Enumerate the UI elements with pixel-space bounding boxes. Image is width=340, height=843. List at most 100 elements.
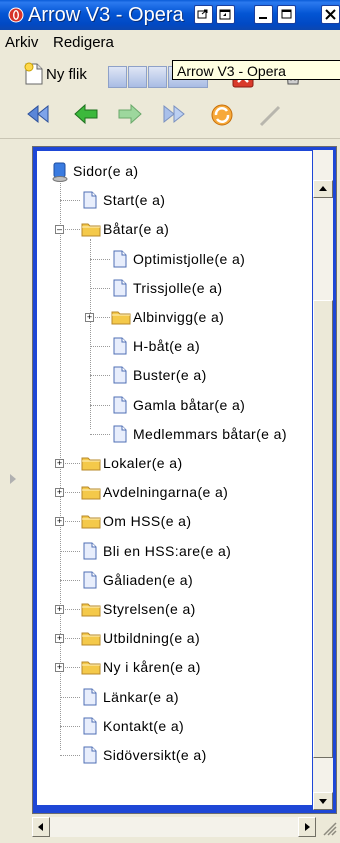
tree-item-label: Båtar(e a): [103, 221, 170, 238]
tab-slot[interactable]: [108, 66, 127, 88]
expand-toggle[interactable]: +: [55, 459, 64, 468]
detach-button[interactable]: [216, 5, 235, 24]
new-tab-label[interactable]: Ny flik: [46, 66, 87, 83]
new-tab-icon[interactable]: [24, 62, 44, 86]
back-icon[interactable]: [72, 102, 100, 126]
page-icon: [111, 366, 129, 384]
tree-connector: [60, 725, 80, 727]
arrow-up-icon: [319, 186, 327, 191]
tree-item-label: Avdelningarna(e a): [103, 484, 229, 501]
maximize-button[interactable]: [277, 5, 296, 24]
tree-item-label: Lokaler(e a): [103, 455, 183, 471]
collapse-toggle[interactable]: –: [55, 225, 64, 235]
page-icon: [111, 337, 129, 355]
reload-icon[interactable]: [208, 102, 236, 128]
tree-item-label: Sidöversikt(e a): [103, 747, 207, 763]
forward-icon[interactable]: [116, 102, 144, 126]
edit-icon[interactable]: [258, 102, 284, 128]
page-icon: [111, 250, 129, 268]
tree-connector: [90, 375, 110, 377]
tree-item-label: Trissjolle(e a): [133, 279, 223, 296]
folder-icon: [81, 483, 101, 501]
tree-item-label: Länkar(e a): [103, 688, 179, 705]
page-icon: [111, 425, 129, 443]
resize-grip-icon[interactable]: [318, 817, 338, 837]
tree-connector: [60, 579, 80, 581]
scroll-up-button[interactable]: [313, 180, 333, 198]
page-icon: [81, 688, 99, 706]
close-button[interactable]: [321, 5, 340, 24]
tree-item-label: Styrelsen(e a): [103, 601, 196, 617]
folder-icon: [81, 454, 101, 472]
folder-icon: [81, 512, 101, 530]
tab-slot[interactable]: [128, 66, 147, 88]
detach-icon: [219, 9, 231, 20]
tooltip: Arrow V3 - Opera: [172, 60, 340, 80]
tree-item-label: H-båt(e a): [133, 338, 201, 355]
bookmark-tree-panel: Sidor(e a) Start(e a) Båtar(e a) – Optimistj…: [32, 146, 337, 814]
sidebar-collapse-icon[interactable]: [10, 474, 16, 484]
tree-connector: [90, 287, 110, 289]
scroll-right-button[interactable]: [298, 817, 316, 837]
expand-toggle[interactable]: +: [55, 663, 64, 673]
scroll-left-button[interactable]: [32, 817, 50, 837]
folder-icon: [81, 600, 101, 618]
folder-icon: [81, 658, 101, 676]
minimize-button[interactable]: [254, 5, 273, 24]
title-bar: Arrow V3 - Opera: [0, 0, 340, 30]
vertical-scrollbar[interactable]: [313, 150, 333, 810]
horizontal-scrollbar[interactable]: [32, 817, 316, 837]
close-icon: [325, 9, 336, 20]
expand-toggle[interactable]: +: [55, 634, 64, 644]
tree-connector: [90, 258, 110, 260]
expand-toggle[interactable]: +: [55, 605, 64, 614]
arrow-right-icon: [305, 823, 310, 831]
scroll-thumb[interactable]: [313, 300, 333, 758]
tree-item-label: Sidor(e a): [73, 163, 139, 179]
page-icon: [81, 571, 99, 589]
page-icon: [81, 746, 99, 764]
expand-toggle[interactable]: +: [55, 488, 64, 498]
tree-item-label: Gamla båtar(e a): [133, 396, 246, 413]
tree-item-label: Kontakt(e a): [103, 717, 185, 734]
minimize-icon: [259, 17, 267, 19]
rewind-icon[interactable]: [24, 102, 52, 126]
tree-item-label: Gåliaden(e a): [103, 571, 194, 588]
page-icon: [111, 396, 129, 414]
tree-connector: [90, 346, 110, 348]
tree-connector: [60, 200, 80, 202]
tree-item-label: Utbildning(e a): [103, 630, 201, 647]
tab-restore-icon: [197, 9, 208, 19]
tab-restore-button[interactable]: [194, 5, 213, 24]
window-title: Arrow V3 - Opera: [28, 4, 184, 26]
tree-item-label: Optimistjolle(e a): [133, 250, 246, 267]
tree-item-label: Albinvigg(e a): [133, 309, 225, 325]
tree-item-label: Om HSS(e a): [103, 513, 192, 530]
tree-connector: [60, 550, 80, 552]
tab-slot[interactable]: [148, 66, 167, 88]
menu-arkiv[interactable]: Arkiv: [5, 34, 38, 52]
tree-guide-line: [90, 239, 91, 430]
page-icon: [81, 542, 99, 560]
page-icon: [81, 191, 99, 209]
tree-connector: [90, 404, 110, 406]
tree-item-label: Ny i kåren(e a): [103, 659, 201, 676]
maximize-icon: [281, 9, 292, 19]
arrow-down-icon: [319, 799, 327, 804]
navigation-toolbar: [0, 92, 340, 139]
opera-icon: [8, 7, 24, 23]
arrow-left-icon: [38, 823, 43, 831]
expand-toggle[interactable]: +: [85, 313, 94, 322]
fast-forward-icon[interactable]: [160, 102, 188, 126]
folder-icon: [111, 308, 131, 326]
page-icon: [111, 279, 129, 297]
tree-item-label: Bli en HSS:are(e a): [103, 542, 232, 559]
tree-view[interactable]: Sidor(e a) Start(e a) Båtar(e a) – Optimistj…: [37, 151, 312, 805]
folder-icon: [81, 629, 101, 647]
tree-item-label: Buster(e a): [133, 367, 207, 384]
expand-toggle[interactable]: +: [55, 517, 64, 527]
page-icon: [81, 717, 99, 735]
tree-item-label: Start(e a): [103, 192, 166, 209]
menu-redigera[interactable]: Redigera: [53, 34, 114, 52]
scroll-down-button[interactable]: [313, 792, 333, 810]
